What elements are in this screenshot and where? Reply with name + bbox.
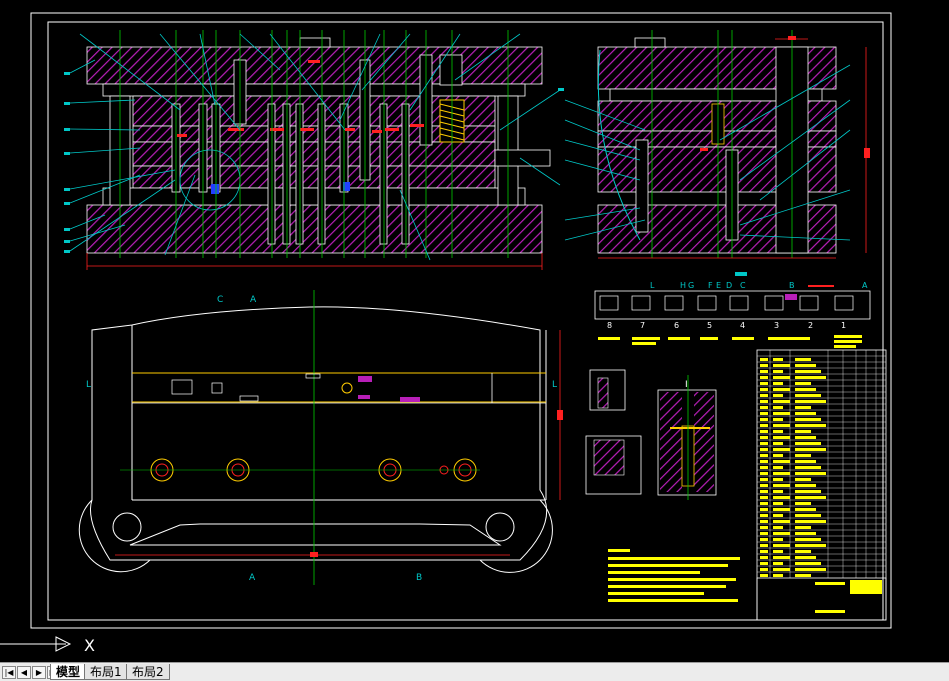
- strip-station-letter: G: [688, 281, 694, 290]
- prev-tab-button[interactable]: ◀: [17, 666, 31, 679]
- strip-station-letter: H: [680, 281, 686, 290]
- strip-station-letter: B: [789, 281, 795, 290]
- first-tab-button[interactable]: |◀: [2, 666, 16, 679]
- strip-station-number: 6: [674, 321, 679, 330]
- front-section-view: [64, 30, 564, 270]
- strip-layout: [594, 285, 871, 348]
- section-label-l-right: L: [552, 380, 557, 390]
- strip-station-letter: F: [708, 281, 713, 290]
- drawing-canvas[interactable]: C A A B L L I LHGFEDCBA 87654321 X: [0, 0, 949, 662]
- tab-model[interactable]: 模型: [50, 664, 87, 680]
- title-block: [756, 349, 887, 621]
- ucs-axis-label: X: [84, 636, 95, 655]
- plan-view: [78, 290, 563, 585]
- section-label-a-top: A: [250, 295, 257, 305]
- strip-station-number: 8: [607, 321, 612, 330]
- strip-station-number: 1: [841, 321, 846, 330]
- tab-layout1[interactable]: 布局1: [84, 664, 128, 680]
- strip-station-number: 5: [707, 321, 712, 330]
- layout-tab-bar: |◀ ◀ ▶ ▶| 模型 布局1 布局2: [0, 662, 949, 681]
- strip-station-letter: E: [716, 281, 721, 290]
- strip-station-number: 3: [774, 321, 779, 330]
- section-label-c-top: C: [217, 295, 223, 305]
- detail-views: [585, 369, 717, 500]
- next-tab-button[interactable]: ▶: [32, 666, 46, 679]
- strip-station-number: 2: [808, 321, 813, 330]
- section-label-a-bottom: A: [249, 573, 256, 583]
- strip-station-letter: L: [650, 281, 655, 290]
- section-label-i: I: [685, 380, 688, 390]
- strip-station-letter: A: [862, 281, 868, 290]
- strip-station-letter: D: [726, 281, 732, 290]
- side-section-view: [564, 30, 870, 276]
- strip-station-number: 7: [640, 321, 645, 330]
- strip-station-number: 4: [740, 321, 745, 330]
- tab-layout2[interactable]: 布局2: [126, 664, 170, 680]
- ucs-icon: X: [0, 636, 95, 655]
- section-label-l-left: L: [86, 380, 91, 390]
- strip-station-letter: C: [740, 281, 746, 290]
- technical-notes: [608, 549, 740, 602]
- section-label-b-bottom: B: [416, 573, 422, 583]
